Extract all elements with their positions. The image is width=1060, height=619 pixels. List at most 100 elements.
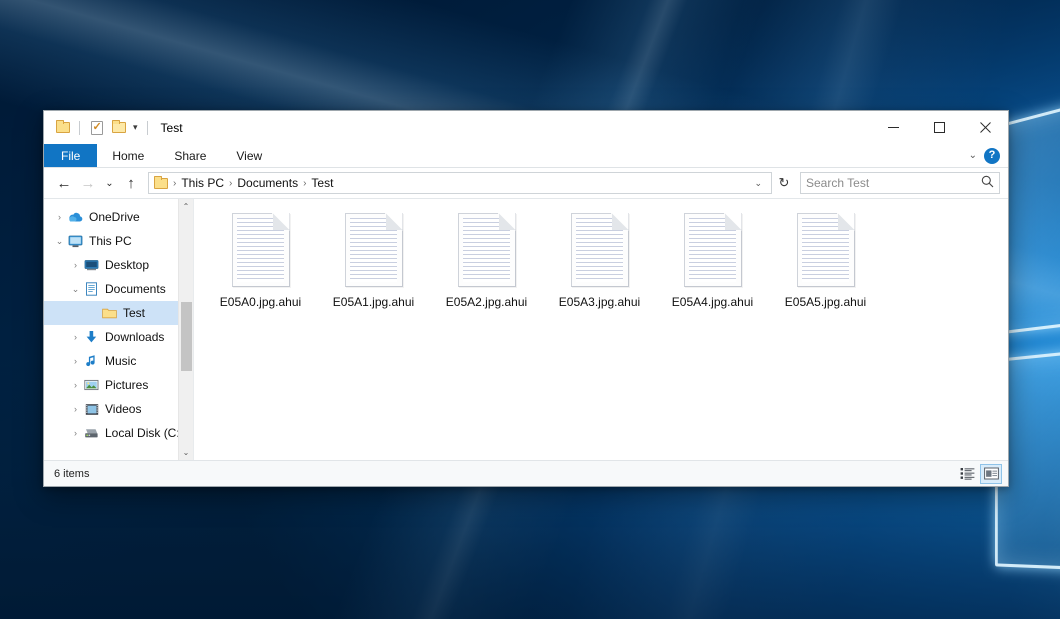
breadcrumb-item-documents[interactable]: Documents — [233, 176, 302, 190]
folder-icon — [154, 178, 168, 189]
sidebar-item-label: Documents — [105, 282, 166, 296]
sidebar-item-documents[interactable]: ⌄ Documents — [44, 277, 193, 301]
forward-button[interactable]: → — [76, 171, 100, 195]
close-button[interactable] — [962, 111, 1008, 144]
chevron-right-icon[interactable]: › — [52, 213, 67, 222]
sidebar-item-local-disk-c[interactable]: › Local Disk (C:) — [44, 421, 193, 445]
tab-file[interactable]: File — [44, 144, 97, 167]
sidebar-item-label: This PC — [89, 234, 132, 248]
sidebar-item-label: Downloads — [105, 330, 164, 344]
breadcrumb[interactable]: › This PC › Documents › Test ⌄ — [148, 172, 772, 194]
scrollbar-thumb[interactable] — [181, 302, 192, 371]
sidebar-item-label: Desktop — [105, 258, 149, 272]
tab-share[interactable]: Share — [159, 144, 221, 167]
details-view-button[interactable] — [956, 464, 978, 484]
navigation-scrollbar[interactable]: ⌃ ⌄ — [178, 199, 193, 460]
file-explorer-window: ▾ Test File Home Share View — [43, 110, 1009, 487]
file-grid: E05A0.jpg.ahui E05A1.jpg.ahui — [204, 211, 1008, 331]
desktop-icon — [83, 259, 100, 271]
documents-icon — [83, 282, 100, 296]
folder-icon — [101, 307, 118, 319]
sidebar-item-videos[interactable]: › — [44, 397, 193, 421]
sidebar-item-test[interactable]: Test — [44, 301, 193, 325]
file-item[interactable]: E05A4.jpg.ahui — [656, 211, 769, 331]
sidebar-item-music[interactable]: › Music — [44, 349, 193, 373]
search-input[interactable] — [806, 176, 981, 190]
file-name-label: E05A2.jpg.ahui — [446, 295, 527, 309]
generic-document-icon — [684, 213, 742, 287]
help-icon[interactable]: ? — [984, 148, 1000, 164]
scroll-down-button[interactable]: ⌄ — [179, 445, 194, 460]
sidebar-item-label: Pictures — [105, 378, 148, 392]
search-icon[interactable] — [981, 175, 994, 191]
breadcrumb-item-this-pc[interactable]: This PC — [177, 176, 228, 190]
file-item[interactable]: E05A5.jpg.ahui — [769, 211, 882, 331]
generic-document-icon — [797, 213, 855, 287]
customize-chevron-icon[interactable]: ▾ — [131, 122, 140, 133]
view-mode-buttons — [956, 464, 1002, 484]
downloads-icon — [83, 330, 100, 344]
sidebar-item-label: OneDrive — [89, 210, 140, 224]
large-icons-view-button[interactable] — [980, 464, 1002, 484]
sidebar-item-label: Music — [105, 354, 136, 368]
file-item[interactable]: E05A0.jpg.ahui — [204, 211, 317, 331]
file-item[interactable]: E05A1.jpg.ahui — [317, 211, 430, 331]
drive-icon — [83, 427, 100, 439]
scrollbar-track[interactable] — [179, 214, 194, 445]
file-item[interactable]: E05A3.jpg.ahui — [543, 211, 656, 331]
onedrive-icon — [67, 211, 84, 223]
address-bar: ← → ⌄ ↑ › This PC › Documents › Test ⌄ ↻ — [44, 168, 1008, 198]
file-name-label: E05A3.jpg.ahui — [559, 295, 640, 309]
tab-home[interactable]: Home — [97, 144, 159, 167]
sidebar-item-pictures[interactable]: › Pictures — [44, 373, 193, 397]
window-title: Test — [161, 121, 183, 135]
chevron-right-icon[interactable]: › — [68, 429, 83, 438]
file-name-label: E05A5.jpg.ahui — [785, 295, 866, 309]
scroll-up-button[interactable]: ⌃ — [179, 199, 194, 214]
navigation-pane: › OneDrive ⌄ — [44, 199, 194, 460]
quick-access-toolbar: ▾ Test — [44, 118, 183, 137]
generic-document-icon — [571, 213, 629, 287]
file-item[interactable]: E05A2.jpg.ahui — [430, 211, 543, 331]
new-folder-icon[interactable] — [109, 118, 128, 137]
sidebar-item-this-pc[interactable]: ⌄ This PC — [44, 229, 193, 253]
recent-locations-button[interactable]: ⌄ — [100, 171, 119, 195]
up-button[interactable]: ↑ — [119, 171, 143, 195]
maximize-button[interactable] — [916, 111, 962, 144]
sidebar-item-label: Local Disk (C:) — [105, 426, 184, 440]
search-box[interactable] — [800, 172, 1000, 194]
chevron-right-icon[interactable]: › — [68, 333, 83, 342]
desktop: ▾ Test File Home Share View — [0, 0, 1060, 619]
window-controls — [870, 111, 1008, 144]
properties-icon[interactable] — [87, 118, 106, 137]
explorer-body: › OneDrive ⌄ — [44, 198, 1008, 460]
music-icon — [83, 354, 100, 368]
chevron-down-icon[interactable]: ⌄ — [969, 150, 977, 161]
generic-document-icon — [458, 213, 516, 287]
ribbon-tab-bar: File Home Share View ⌄ ? — [44, 144, 1008, 168]
chevron-right-icon[interactable]: › — [68, 357, 83, 366]
title-bar: ▾ Test — [44, 111, 1008, 144]
minimize-button[interactable] — [870, 111, 916, 144]
chevron-right-icon[interactable]: › — [68, 261, 83, 270]
sidebar-item-label: Videos — [105, 402, 141, 416]
chevron-right-icon[interactable]: › — [68, 405, 83, 414]
chevron-down-icon[interactable]: ⌄ — [747, 178, 769, 189]
pictures-icon — [83, 379, 100, 391]
file-list-view[interactable]: E05A0.jpg.ahui E05A1.jpg.ahui — [194, 199, 1008, 460]
status-bar: 6 items — [44, 460, 1008, 486]
chevron-down-icon[interactable]: ⌄ — [68, 285, 83, 294]
back-button[interactable]: ← — [52, 171, 76, 195]
sidebar-item-onedrive[interactable]: › OneDrive — [44, 205, 193, 229]
item-count-label: 6 items — [54, 468, 89, 480]
generic-document-icon — [232, 213, 290, 287]
sidebar-item-desktop[interactable]: › Desktop — [44, 253, 193, 277]
tab-view[interactable]: View — [221, 144, 277, 167]
chevron-right-icon[interactable]: › — [68, 381, 83, 390]
breadcrumb-item-test[interactable]: Test — [307, 176, 337, 190]
thispc-icon — [67, 235, 84, 248]
chevron-down-icon[interactable]: ⌄ — [52, 237, 67, 246]
refresh-button[interactable]: ↻ — [773, 172, 795, 194]
folder-icon[interactable] — [53, 118, 72, 137]
sidebar-item-downloads[interactable]: › Downloads — [44, 325, 193, 349]
